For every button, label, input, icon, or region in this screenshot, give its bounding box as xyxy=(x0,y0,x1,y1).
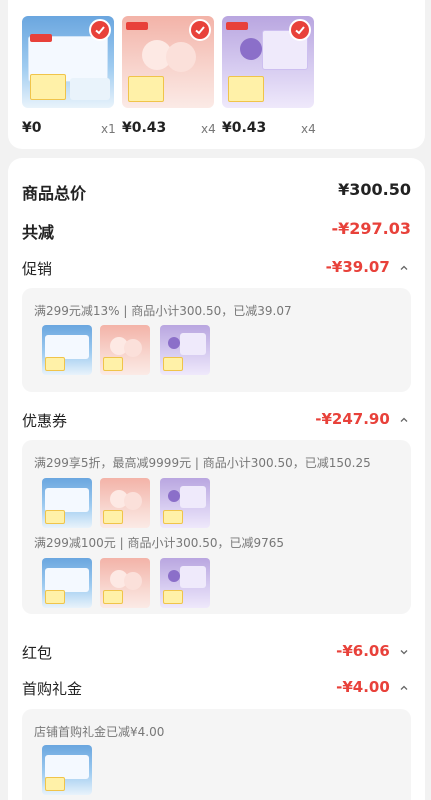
product-price: ¥0 xyxy=(22,120,42,136)
promo-detail-panel: 满299元减13% | 商品小计300.50，已减39.07 xyxy=(22,288,411,392)
product-price: ¥0.43 xyxy=(222,120,267,136)
coupon-detail-text: 满299减100元 | 商品小计300.50，已减9765 xyxy=(34,536,285,550)
coupon-label: 优惠券 xyxy=(22,412,68,430)
total-price-label: 商品总价 xyxy=(22,184,87,203)
product-mini-thumbnail xyxy=(42,745,92,795)
product-mini-thumbnail xyxy=(42,478,92,528)
check-icon[interactable] xyxy=(289,19,311,41)
coupon-toggle[interactable]: -¥247.90 xyxy=(315,410,409,428)
product-mini-thumbnail xyxy=(42,325,92,375)
selected-products-card: ¥0 x1 ¥0.43 x4 ¥0.43 x4 xyxy=(8,0,425,149)
product-item[interactable]: ¥0 x1 xyxy=(22,16,116,136)
product-mini-thumbnail xyxy=(160,325,210,375)
check-icon[interactable] xyxy=(189,19,211,41)
first-purchase-gift-value: -¥4.00 xyxy=(336,678,390,696)
chevron-down-icon xyxy=(400,649,408,654)
chevron-up-icon xyxy=(400,265,408,270)
total-discount-label: 共减 xyxy=(22,223,55,242)
promo-toggle[interactable]: -¥39.07 xyxy=(326,258,409,276)
first-purchase-gift-label: 首购礼金 xyxy=(22,680,83,698)
product-mini-thumbnail xyxy=(100,478,150,528)
product-item[interactable]: ¥0.43 x4 xyxy=(222,16,316,136)
chevron-up-icon xyxy=(400,685,408,690)
coupon-detail-panel: 满299享5折，最高减9999元 | 商品小计300.50，已减150.25 满… xyxy=(22,440,411,614)
product-quantity: x1 xyxy=(101,122,116,136)
chevron-up-icon xyxy=(400,417,408,422)
promo-detail-text: 满299元减13% | 商品小计300.50，已减39.07 xyxy=(34,304,292,318)
product-quantity: x4 xyxy=(301,122,316,136)
product-mini-thumbnail xyxy=(100,325,150,375)
product-thumbnail[interactable] xyxy=(122,16,214,108)
product-thumbnail[interactable] xyxy=(222,16,314,108)
promo-value: -¥39.07 xyxy=(325,258,390,276)
coupon-value: -¥247.90 xyxy=(315,410,390,428)
total-price-value: ¥300.50 xyxy=(338,180,411,199)
product-thumbnail[interactable] xyxy=(22,16,114,108)
product-item[interactable]: ¥0.43 x4 xyxy=(122,16,216,136)
gift-detail-panel: 店铺首购礼金已减¥4.00 xyxy=(22,709,411,800)
product-mini-thumbnail xyxy=(100,558,150,608)
first-purchase-gift-toggle[interactable]: -¥4.00 xyxy=(336,678,409,696)
gift-detail-text: 店铺首购礼金已减¥4.00 xyxy=(34,725,165,739)
total-discount-value: -¥297.03 xyxy=(331,219,411,238)
product-quantity: x4 xyxy=(201,122,216,136)
product-price: ¥0.43 xyxy=(122,120,167,136)
red-packet-toggle[interactable]: -¥6.06 xyxy=(336,642,409,660)
product-mini-thumbnail xyxy=(160,478,210,528)
red-packet-value: -¥6.06 xyxy=(336,642,390,660)
product-mini-thumbnail xyxy=(160,558,210,608)
promo-label: 促销 xyxy=(22,260,53,278)
product-mini-thumbnail xyxy=(42,558,92,608)
red-packet-label: 红包 xyxy=(22,644,53,662)
price-breakdown-card: 商品总价 ¥300.50 共减 -¥297.03 促销 -¥39.07 满299… xyxy=(8,158,425,800)
coupon-detail-text: 满299享5折，最高减9999元 | 商品小计300.50，已减150.25 xyxy=(34,456,371,470)
check-icon[interactable] xyxy=(89,19,111,41)
